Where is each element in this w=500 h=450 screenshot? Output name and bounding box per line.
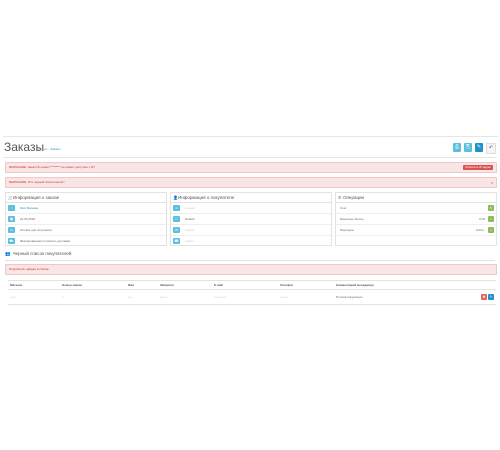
blacklist-alert-text: ВНИМАНИЕ: Заказ № номер ********* не мож…: [9, 165, 95, 169]
order-shipping: Фиксированная стоимость доставки: [20, 239, 71, 243]
column-header: Телефон: [278, 280, 334, 290]
customer-phone-row: ☎ •••••••••••: [171, 236, 331, 246]
customer-name[interactable]: •••• ••••••••: [185, 203, 195, 213]
customer-group: Default: [185, 217, 195, 221]
order-store-link[interactable]: Мой Магазин: [20, 203, 38, 213]
order-info-header: 🛒 Информация о заказе: [6, 193, 166, 203]
edit-row-button[interactable]: ✎: [488, 294, 494, 300]
operations-row: Партнеры 0,00 р. +: [336, 225, 496, 236]
header-divider: [3, 157, 497, 158]
column-header: E-mail: [212, 280, 278, 290]
cell-email: ••••••••••••: [212, 289, 278, 305]
customer-name-row: ☺ •••• ••••••••: [171, 203, 331, 214]
reward-label: Бонусные баллы: [340, 217, 364, 221]
refresh-icon[interactable]: ↻: [488, 205, 494, 211]
operations-panel: ⚙ Операции Счет ↻ Бонусные баллы 0,00 + …: [335, 192, 497, 246]
print-shipping-button[interactable]: ⎘: [464, 143, 472, 152]
operations-row: Бонусные баллы 0,00 +: [336, 214, 496, 225]
blacklist-found-alert: Покупатель найден в списке: [5, 264, 497, 275]
order-date: 22.06.2018: [20, 217, 36, 221]
column-header: Комментарий менеджера: [334, 280, 458, 290]
blacklist-title: Черный список покупателей: [12, 251, 72, 256]
plus-icon[interactable]: +: [488, 227, 494, 233]
customer-info-title: Информация о покупателе: [178, 195, 235, 200]
cell-store: ••••••: [8, 289, 60, 305]
users-icon: 👥: [5, 251, 11, 256]
cell-comment: Плохой покупатель: [334, 289, 458, 305]
order-store-row: ⌂ Мой Магазин: [6, 203, 166, 214]
close-icon[interactable]: ×: [491, 178, 493, 187]
ip-alert: ВНИМАНИЕ: IP в черный список вылет! ×: [5, 177, 497, 188]
customer-email-row: ✉ ••••••••••••: [171, 225, 331, 236]
invoice-label: Счет: [340, 206, 347, 210]
customer-info-panel: 👤 Информация о покупателе ☺ •••• •••••••…: [170, 192, 332, 246]
customer-group-row: ⚇ Default: [171, 214, 331, 225]
delete-button[interactable]: ✖: [481, 294, 487, 300]
envelope-icon: ✉: [173, 227, 180, 233]
print-invoice-button[interactable]: ⎙: [453, 143, 461, 152]
operations-row: Счет ↻: [336, 203, 496, 214]
customer-phone: •••••••••••: [185, 239, 194, 243]
calendar-icon: ▦: [8, 216, 15, 222]
breadcrumb-orders[interactable]: Заказы: [50, 147, 60, 151]
store-icon: ⌂: [8, 205, 15, 211]
phone-icon: ☎: [173, 238, 180, 244]
blacklist-found-text: Покупатель найден в списке: [9, 267, 49, 271]
truck-icon: ⛟: [8, 238, 15, 244]
plus-icon[interactable]: +: [488, 216, 494, 222]
order-shipping-row: ⛟ Фиксированная стоимость доставки: [6, 236, 166, 246]
order-info-panel: 🛒 Информация о заказе ⌂ Мой Магазин ▦ 22…: [5, 192, 167, 246]
blacklist-header: 👥 Черный список покупателей: [5, 251, 71, 257]
ip-alert-text: ВНИМАНИЕ: IP в черный список вылет!: [9, 180, 65, 184]
reward-amount: 0,00: [479, 217, 485, 221]
order-payment: Оплата при получении: [20, 228, 52, 232]
table-row: •••••• •• •••• ••••••• •••••••••••• ••••…: [8, 289, 496, 305]
affiliate-label: Партнеры: [340, 228, 354, 232]
operations-title: Операции: [343, 195, 365, 200]
table-header-row: Магазин Номер заказа Имя Фамилия E-mail …: [8, 280, 496, 290]
gear-icon: ⚙: [338, 195, 342, 200]
cell-order: ••: [60, 289, 126, 305]
affiliate-amount: 0,00 р.: [475, 228, 485, 232]
breadcrumb: Главная›Заказы: [36, 147, 61, 151]
credit-card-icon: ▭: [8, 227, 15, 233]
edit-button[interactable]: ✎: [475, 143, 483, 152]
cell-firstname: ••••: [126, 289, 158, 305]
column-header: Магазин: [8, 280, 60, 290]
breadcrumb-home[interactable]: Главная: [36, 147, 47, 151]
blacklist-table: Магазин Номер заказа Имя Фамилия E-mail …: [8, 280, 496, 305]
operations-header: ⚙ Операции: [336, 193, 496, 203]
reset-ip-button[interactable]: Сбросить IP адрес: [462, 165, 493, 170]
column-header: Имя: [126, 280, 158, 290]
order-date-row: ▦ 22.06.2018: [6, 214, 166, 225]
cell-lastname: •••••••: [158, 289, 212, 305]
group-icon: ⚇: [173, 216, 180, 222]
blacklist-alert: ВНИМАНИЕ: Заказ № номер ********* не мож…: [5, 162, 497, 173]
cell-phone: ••••••••: [278, 289, 334, 305]
blacklist-divider: [5, 260, 495, 261]
back-button[interactable]: ↶: [486, 143, 496, 154]
column-header: Номер заказа: [60, 280, 126, 290]
user-icon: 👤: [173, 195, 178, 200]
order-info-title: Информация о заказе: [13, 195, 60, 200]
cell-actions: ✖ ✎: [458, 289, 496, 305]
order-payment-row: ▭ Оплата при получении: [6, 225, 166, 236]
person-icon: ☺: [173, 205, 180, 211]
column-header: [458, 280, 496, 290]
customer-email[interactable]: ••••••••••••: [185, 225, 194, 235]
cart-icon: 🛒: [8, 195, 13, 200]
customer-info-header: 👤 Информация о покупателе: [171, 193, 331, 203]
column-header: Фамилия: [158, 280, 212, 290]
